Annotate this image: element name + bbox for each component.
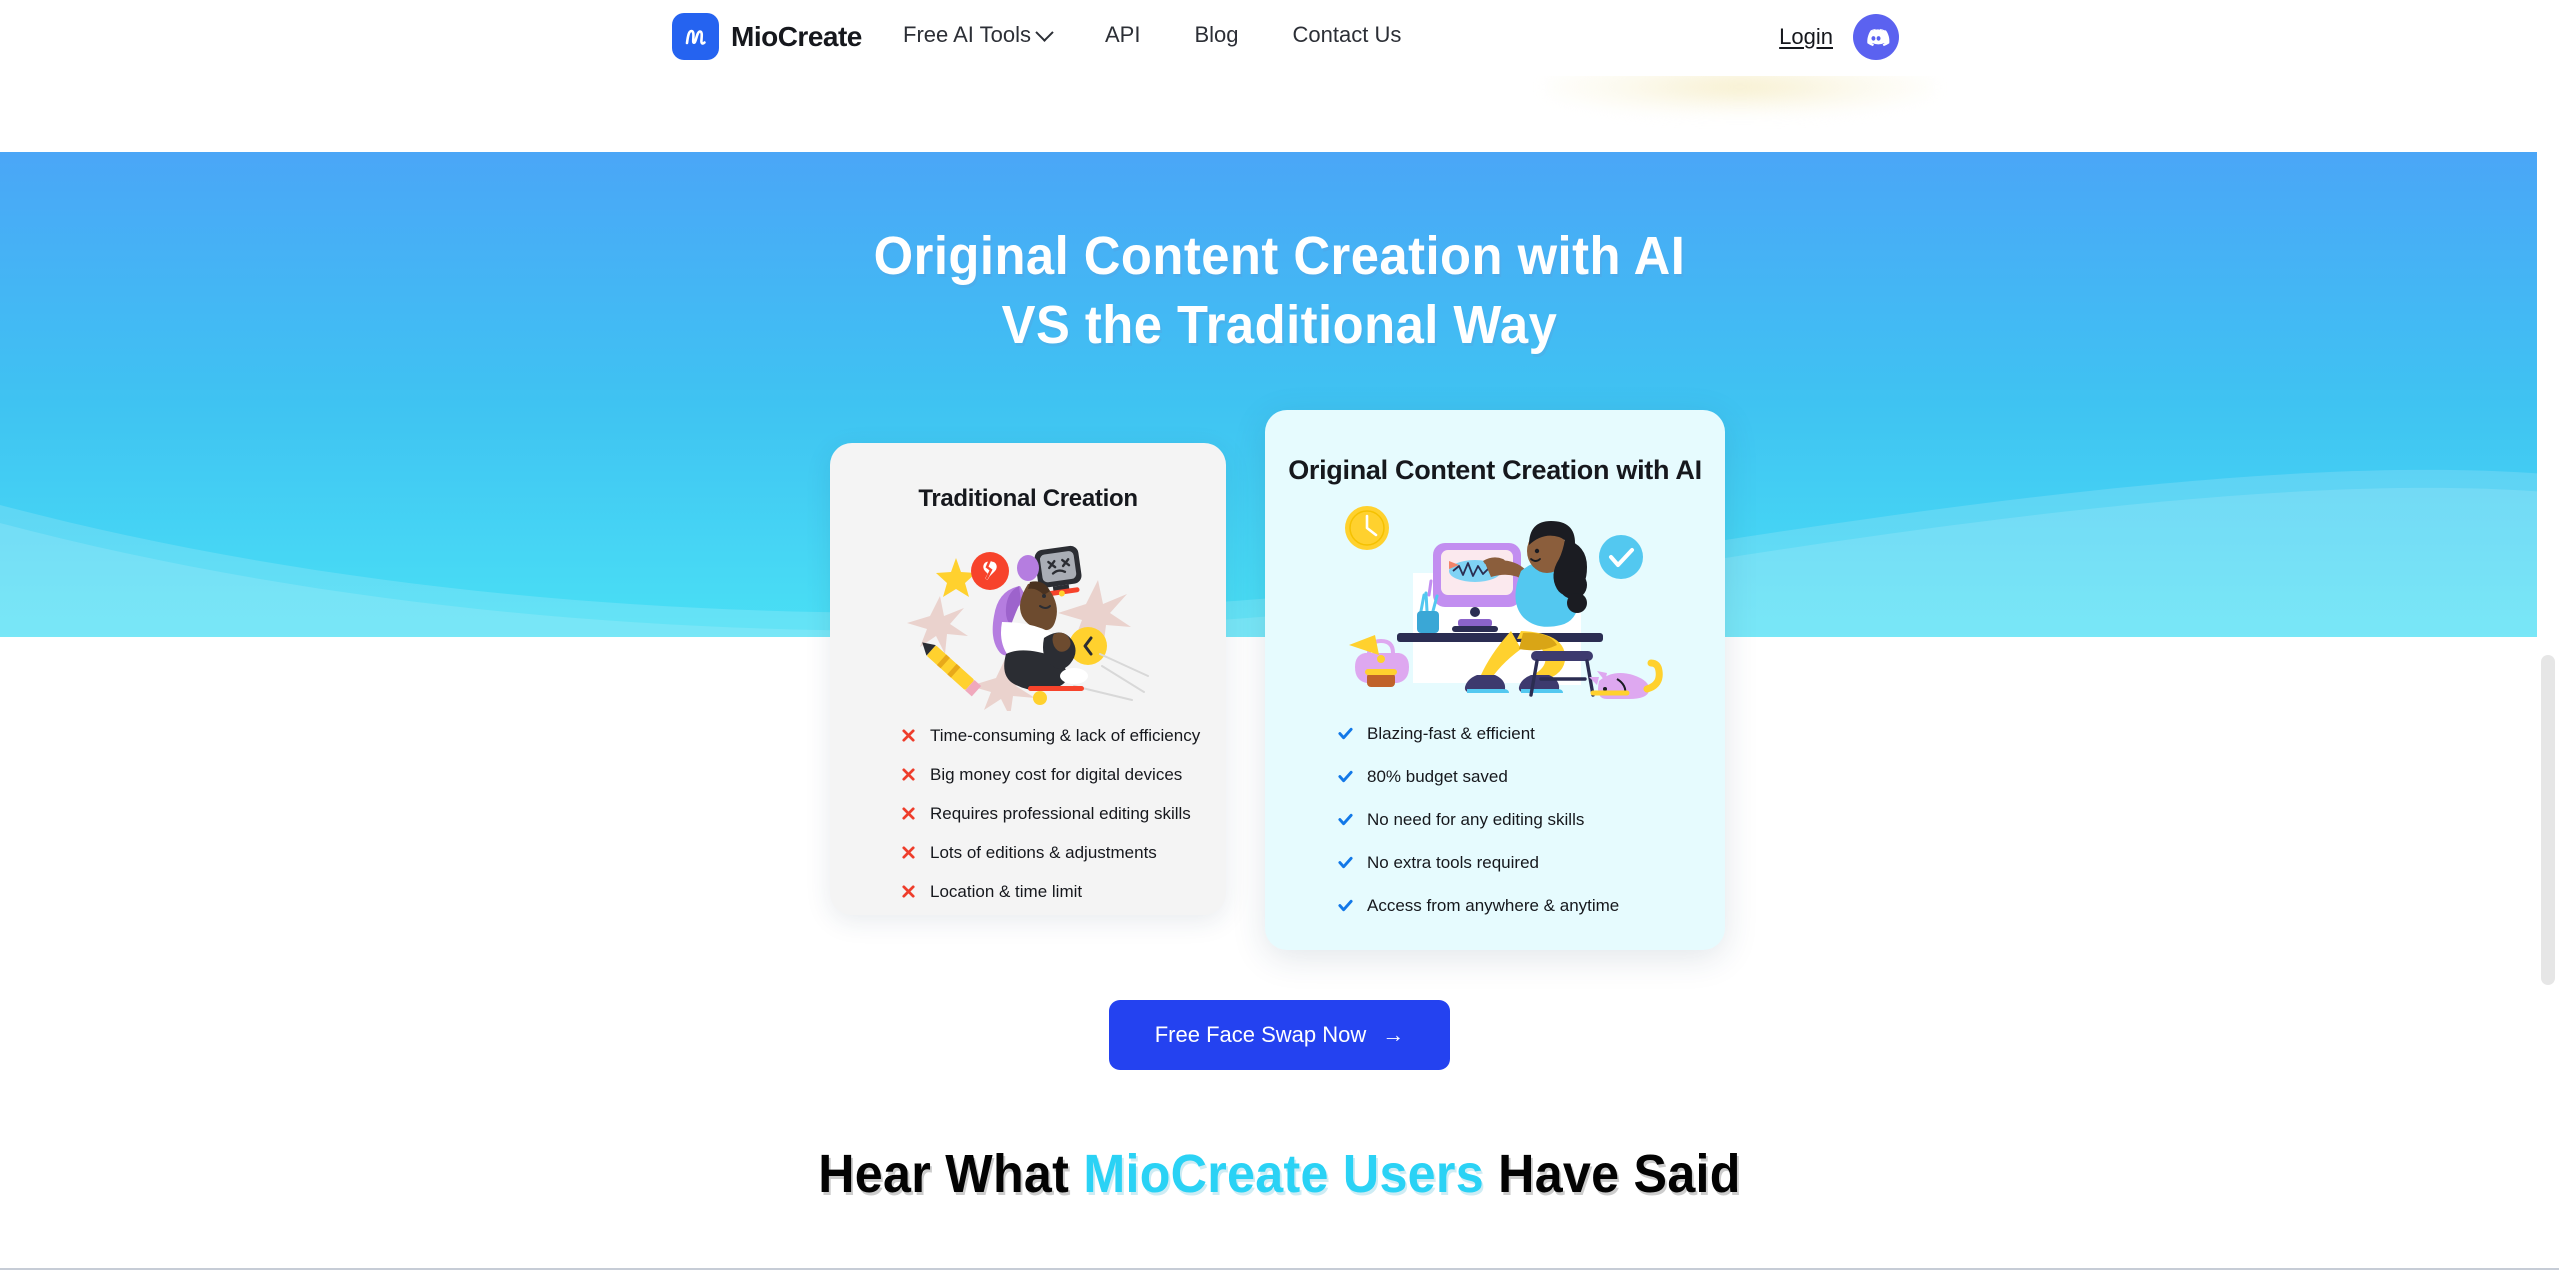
discord-icon[interactable] bbox=[1853, 14, 1899, 60]
login-link[interactable]: Login bbox=[1779, 24, 1833, 50]
cross-icon bbox=[900, 883, 917, 900]
list-item: Requires professional editing skills bbox=[900, 805, 1226, 822]
traditional-card-title: Traditional Creation bbox=[918, 485, 1138, 512]
check-icon bbox=[1337, 811, 1354, 828]
nav-item-api[interactable]: API bbox=[1105, 22, 1140, 48]
scrollbar-thumb[interactable] bbox=[2541, 655, 2555, 985]
nav-label: Free AI Tools bbox=[903, 22, 1031, 47]
nav-item-blog[interactable]: Blog bbox=[1194, 22, 1238, 48]
main-nav: Free AI Tools API Blog Contact Us bbox=[903, 22, 1401, 48]
nav-item-contact-us[interactable]: Contact Us bbox=[1293, 22, 1402, 48]
person-at-desk-illustration bbox=[1265, 500, 1725, 705]
site-header: MioCreate Free AI Tools API Blog Contact… bbox=[0, 0, 2559, 76]
hero-title-line-1: Original Content Creation with AI bbox=[873, 226, 1686, 286]
list-item-label: Location & time limit bbox=[930, 882, 1083, 901]
list-item: Location & time limit bbox=[900, 883, 1226, 900]
heading-prefix: Hear What bbox=[818, 1144, 1084, 1204]
list-item-label: Time-consuming & lack of efficiency bbox=[930, 726, 1201, 745]
testimonials-heading: Hear What MioCreate Users Have Said bbox=[90, 1143, 2470, 1205]
brand-logo[interactable]: MioCreate bbox=[672, 13, 862, 60]
list-item: Time-consuming & lack of efficiency bbox=[900, 727, 1226, 744]
nav-label: Contact Us bbox=[1292, 22, 1402, 47]
list-item: 80% budget saved bbox=[1337, 768, 1725, 785]
list-item-label: Lots of editions & adjustments bbox=[930, 843, 1157, 862]
brand-name: MioCreate bbox=[731, 20, 862, 52]
list-item-label: No extra tools required bbox=[1367, 853, 1539, 872]
nav-label: API bbox=[1105, 22, 1141, 47]
nav-item-free-ai-tools[interactable]: Free AI Tools bbox=[903, 22, 1054, 48]
traditional-creation-card: Traditional Creation Time-consuming & la… bbox=[830, 443, 1226, 915]
list-item-label: No need for any editing skills bbox=[1367, 810, 1585, 829]
miocreate-logo-icon bbox=[672, 13, 719, 60]
traditional-feature-list: Time-consuming & lack of efficiency Big … bbox=[830, 727, 1226, 900]
ai-feature-list: Blazing-fast & efficient 80% budget save… bbox=[1265, 725, 1725, 914]
heading-highlight: MioCreate Users bbox=[1083, 1144, 1484, 1204]
cross-icon bbox=[900, 766, 917, 783]
heading-suffix: Have Said bbox=[1483, 1144, 1741, 1204]
frustrated-person-illustration bbox=[830, 523, 1226, 713]
nav-label: Blog bbox=[1194, 22, 1239, 47]
check-icon bbox=[1337, 725, 1354, 742]
arrow-right-icon: → bbox=[1382, 1022, 1405, 1047]
cross-icon bbox=[900, 844, 917, 861]
list-item: No need for any editing skills bbox=[1337, 811, 1725, 828]
page-root: MioCreate Free AI Tools API Blog Contact… bbox=[0, 0, 2559, 1270]
free-face-swap-button[interactable]: Free Face Swap Now → bbox=[1108, 1000, 1451, 1070]
list-item: Lots of editions & adjustments bbox=[900, 844, 1226, 861]
list-item-label: Requires professional editing skills bbox=[930, 804, 1191, 823]
check-icon bbox=[1337, 768, 1354, 785]
cross-icon bbox=[900, 727, 917, 744]
list-item: Blazing-fast & efficient bbox=[1337, 725, 1725, 742]
check-icon bbox=[1337, 854, 1354, 871]
cta-section: Free Face Swap Now → bbox=[0, 1000, 2559, 1070]
cta-label: Free Face Swap Now bbox=[1154, 1022, 1367, 1047]
ai-card-title: Original Content Creation with AI bbox=[1288, 455, 1702, 485]
page-title: Original Content Creation with AI VS the… bbox=[77, 222, 2482, 360]
scrollbar-track[interactable] bbox=[2537, 0, 2559, 1268]
list-item-label: Big money cost for digital devices bbox=[930, 765, 1183, 784]
list-item-label: 80% budget saved bbox=[1367, 767, 1508, 786]
cross-icon bbox=[900, 805, 917, 822]
list-item-label: Access from anywhere & anytime bbox=[1367, 896, 1620, 915]
list-item: Access from anywhere & anytime bbox=[1337, 897, 1725, 914]
header-actions: Login bbox=[1779, 14, 1899, 60]
list-item: No extra tools required bbox=[1337, 854, 1725, 871]
hero-title-line-2: VS the Traditional Way bbox=[1001, 295, 1558, 356]
chevron-down-icon bbox=[1035, 22, 1054, 42]
check-icon bbox=[1337, 897, 1354, 914]
ai-creation-card: Original Content Creation with AI Blazin… bbox=[1265, 410, 1725, 950]
list-item-label: Blazing-fast & efficient bbox=[1367, 724, 1535, 743]
list-item: Big money cost for digital devices bbox=[900, 766, 1226, 783]
